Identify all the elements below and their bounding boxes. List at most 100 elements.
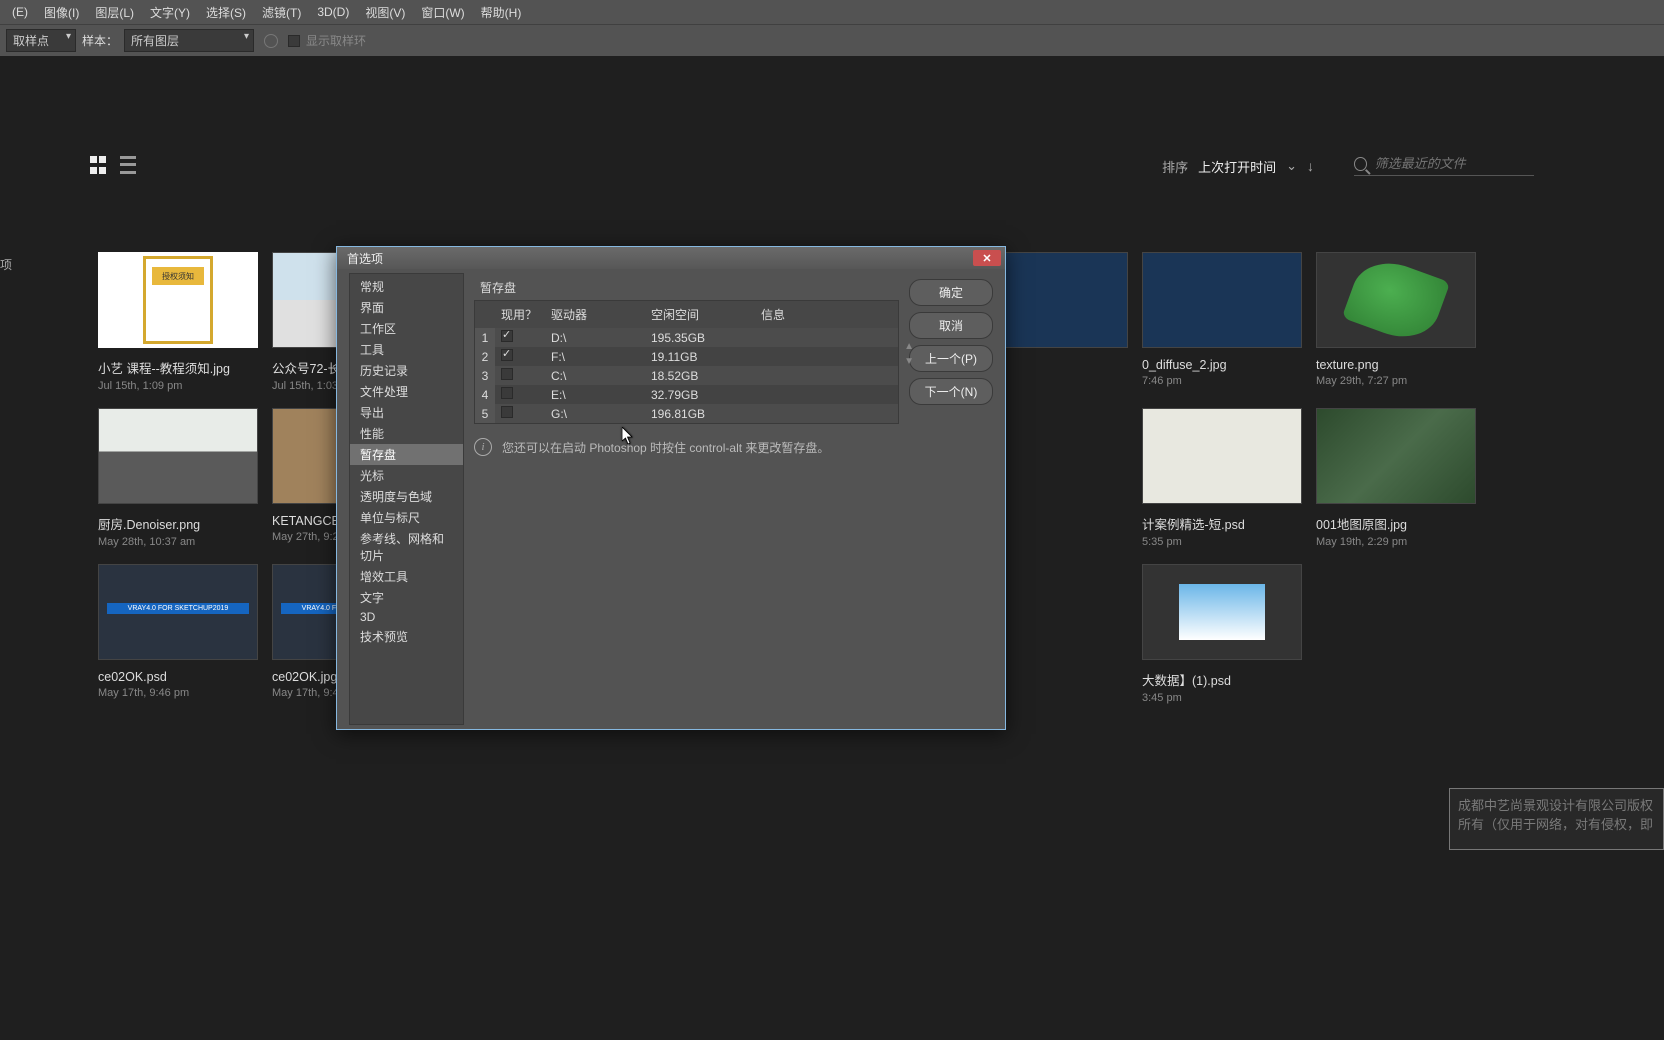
pref-category[interactable]: 技术预览	[350, 626, 463, 647]
sort-control[interactable]: 排序 上次打开时间 ⌄ ↓	[1162, 157, 1314, 176]
next-button[interactable]: 下一个(N)	[909, 378, 993, 405]
scratch-disk-row[interactable]: 3C:\18.52GB	[475, 366, 898, 385]
file-date: May 28th, 10:37 am	[98, 536, 258, 548]
file-card[interactable]: 计案例精选-短.psd 5:35 pm	[1142, 408, 1302, 548]
file-name: 大数据】(1).psd	[1142, 670, 1302, 689]
pref-category[interactable]: 单位与标尺	[350, 507, 463, 528]
grid-view-icon[interactable]	[90, 156, 110, 176]
sort-label: 排序	[1162, 157, 1188, 176]
file-date: 5:35 pm	[1142, 536, 1302, 548]
menu-item[interactable]: 选择(S)	[198, 4, 254, 21]
move-down-icon[interactable]: ▼	[904, 356, 914, 367]
pref-category[interactable]: 工具	[350, 339, 463, 360]
menu-item[interactable]: 3D(D)	[309, 5, 357, 19]
pref-category[interactable]: 文件处理	[350, 381, 463, 402]
menu-item[interactable]: (E)	[4, 5, 36, 19]
pref-category[interactable]: 暂存盘	[350, 444, 463, 465]
scratch-disk-row[interactable]: 1D:\195.35GB	[475, 328, 898, 347]
menu-item[interactable]: 窗口(W)	[413, 4, 472, 21]
file-name: 厨房.Denoiser.png	[98, 514, 258, 533]
search-box[interactable]	[1354, 156, 1534, 176]
active-checkbox[interactable]	[501, 330, 513, 342]
file-name: texture.png	[1316, 358, 1476, 372]
menu-item[interactable]: 文字(Y)	[142, 4, 198, 21]
menu-item[interactable]: 图像(I)	[36, 4, 87, 21]
menu-item[interactable]: 图层(L)	[87, 4, 142, 21]
pref-category[interactable]: 界面	[350, 297, 463, 318]
dialog-title: 首选项	[347, 250, 383, 267]
recent-files-grid	[0, 186, 1664, 196]
file-card[interactable]: VRAY4.0 FOR SKETCHUP2019ce02OK.psdMay 17…	[98, 564, 258, 699]
file-card[interactable]: 001地图原图.jpg May 19th, 2:29 pm	[1316, 408, 1476, 548]
preferences-dialog: 首选项 ✕ 常规界面工作区工具历史记录文件处理导出性能暂存盘光标透明度与色域单位…	[336, 246, 1006, 730]
file-name: 小艺 课程--教程须知.jpg	[98, 358, 258, 377]
file-card[interactable]: texture.png May 29th, 7:27 pm	[1316, 252, 1476, 387]
table-header: 信息	[755, 301, 898, 328]
scratch-disk-row[interactable]: 4E:\32.79GB	[475, 385, 898, 404]
file-card[interactable]: 厨房.Denoiser.png May 28th, 10:37 am	[98, 408, 258, 548]
file-card[interactable]: 大数据】(1).psd 3:45 pm	[1142, 564, 1302, 704]
dialog-titlebar: 首选项 ✕	[337, 247, 1005, 269]
ok-button[interactable]: 确定	[909, 279, 993, 306]
pref-category[interactable]: 导出	[350, 402, 463, 423]
pref-category[interactable]: 光标	[350, 465, 463, 486]
file-date: May 19th, 2:29 pm	[1316, 536, 1476, 548]
sample-label: 样本：	[82, 32, 118, 49]
file-name: 计案例精选-短.psd	[1142, 514, 1302, 533]
active-checkbox[interactable]	[501, 387, 513, 399]
info-icon: i	[474, 438, 492, 456]
preferences-sidebar: 常规界面工作区工具历史记录文件处理导出性能暂存盘光标透明度与色域单位与标尺参考线…	[349, 273, 464, 725]
scratch-disk-row[interactable]: 5G:\196.81GB	[475, 404, 898, 423]
file-card[interactable]: 授权须知小艺 课程--教程须知.jpgJul 15th, 1:09 pm	[98, 252, 258, 392]
panel-heading: 暂存盘	[474, 275, 899, 300]
scratch-disk-table: 现用？驱动器空闲空间信息1D:\195.35GB2F:\19.11GB3C:\1…	[474, 300, 899, 424]
menu-bar: (E)图像(I)图层(L)文字(Y)选择(S)滤镜(T)3D(D)视图(V)窗口…	[0, 0, 1664, 24]
sample-mode-select[interactable]: 取样点	[6, 29, 76, 52]
sort-direction-icon[interactable]: ↓	[1307, 158, 1314, 174]
watermark-box: 成都中艺尚景观设计有限公司版权所有（仅用于网络，对有侵权，即	[1449, 788, 1664, 850]
table-header: 现用？	[495, 301, 545, 328]
show-ring-label: 显示取样环	[306, 32, 366, 49]
search-input[interactable]	[1375, 156, 1534, 171]
file-date: 7:46 pm	[1142, 375, 1302, 387]
table-header: 空闲空间	[645, 301, 755, 328]
pref-category[interactable]: 常规	[350, 276, 463, 297]
file-date: May 17th, 9:46 pm	[98, 687, 258, 699]
file-date: May 29th, 7:27 pm	[1316, 375, 1476, 387]
sample-ring-icon	[264, 34, 278, 48]
show-ring-checkbox[interactable]	[288, 35, 300, 47]
menu-item[interactable]: 滤镜(T)	[254, 4, 309, 21]
pref-category[interactable]: 历史记录	[350, 360, 463, 381]
file-name: ce02OK.psd	[98, 670, 258, 684]
pref-category[interactable]: 工作区	[350, 318, 463, 339]
list-view-icon[interactable]	[120, 156, 140, 176]
file-date: Jul 15th, 1:09 pm	[98, 380, 258, 392]
pref-category[interactable]: 文字	[350, 587, 463, 608]
hint-text: 您还可以在启动 Photoshop 时按住 control-alt 来更改暂存盘…	[502, 439, 829, 456]
sample-layers-select[interactable]: 所有图层	[124, 29, 254, 52]
prev-button[interactable]: 上一个(P)	[909, 345, 993, 372]
menu-item[interactable]: 帮助(H)	[473, 4, 530, 21]
table-header: 驱动器	[545, 301, 645, 328]
menu-item[interactable]: 视图(V)	[357, 4, 413, 21]
file-name: 001地图原图.jpg	[1316, 514, 1476, 533]
move-up-icon[interactable]: ▲	[904, 341, 914, 352]
pref-category[interactable]: 透明度与色域	[350, 486, 463, 507]
pref-category[interactable]: 3D	[350, 608, 463, 626]
pref-category[interactable]: 参考线、网格和切片	[350, 528, 463, 566]
scratch-disk-row[interactable]: 2F:\19.11GB	[475, 347, 898, 366]
pref-category[interactable]: 性能	[350, 423, 463, 444]
cancel-button[interactable]: 取消	[909, 312, 993, 339]
chevron-down-icon: ⌄	[1286, 158, 1297, 174]
active-checkbox[interactable]	[501, 406, 513, 418]
sort-value: 上次打开时间	[1198, 157, 1276, 176]
active-checkbox[interactable]	[501, 368, 513, 380]
file-name: 0_diffuse_2.jpg	[1142, 358, 1302, 372]
file-card[interactable]: 0_diffuse_2.jpg 7:46 pm	[1142, 252, 1302, 387]
close-icon[interactable]: ✕	[973, 250, 1001, 266]
pref-category[interactable]: 增效工具	[350, 566, 463, 587]
search-icon	[1354, 157, 1367, 171]
left-tab-label: 项	[0, 256, 12, 273]
file-date: 3:45 pm	[1142, 692, 1302, 704]
active-checkbox[interactable]	[501, 349, 513, 361]
